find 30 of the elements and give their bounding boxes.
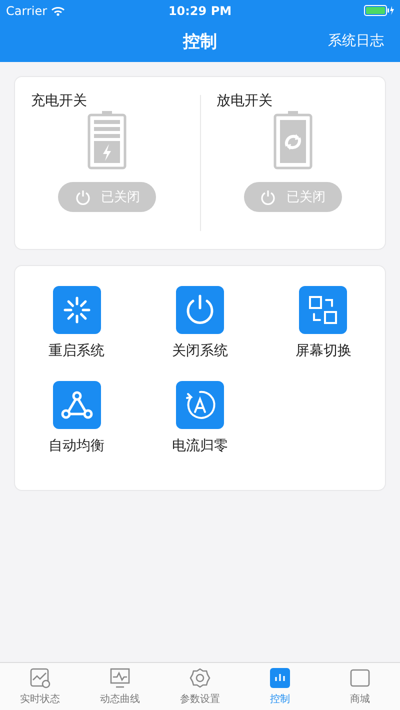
tab[interactable]: 控制 bbox=[240, 663, 320, 710]
action-button[interactable]: 关闭系统 bbox=[138, 278, 262, 373]
tab[interactable]: 实时状态 bbox=[0, 663, 80, 710]
wifi-icon bbox=[51, 6, 66, 16]
swap-icon bbox=[307, 294, 340, 326]
battery-status-icon bbox=[364, 5, 394, 16]
battery-icon bbox=[87, 110, 128, 170]
control-icon bbox=[269, 667, 291, 689]
page-title: 控制 bbox=[183, 31, 217, 53]
tab[interactable]: 动态曲线 bbox=[80, 663, 160, 710]
action-button[interactable]: 自动均衡 bbox=[15, 373, 138, 468]
clock-text: 10:29 PM bbox=[168, 4, 232, 18]
settings-icon bbox=[189, 667, 211, 689]
tab[interactable]: 参数设置 bbox=[160, 663, 240, 710]
power-icon bbox=[74, 189, 91, 205]
triangle-nodes-icon bbox=[60, 390, 94, 420]
switch-label: 放电开关 bbox=[216, 92, 272, 110]
monitor-icon bbox=[109, 667, 131, 689]
spinner-icon bbox=[62, 295, 92, 325]
action-button[interactable]: 屏幕切换 bbox=[262, 278, 385, 373]
chart-icon bbox=[29, 667, 51, 689]
tab[interactable]: 商城 bbox=[320, 663, 400, 710]
battery-icon bbox=[272, 110, 313, 170]
carrier-text: Carrier bbox=[6, 4, 48, 18]
system-log-link[interactable]: 系统日志 bbox=[328, 32, 384, 50]
action-button[interactable]: 电流归零 bbox=[138, 373, 262, 468]
shop-icon bbox=[349, 667, 371, 689]
switch-label: 充电开关 bbox=[31, 92, 87, 110]
power-icon bbox=[260, 189, 276, 205]
action-button[interactable]: 重启系统 bbox=[15, 278, 138, 373]
